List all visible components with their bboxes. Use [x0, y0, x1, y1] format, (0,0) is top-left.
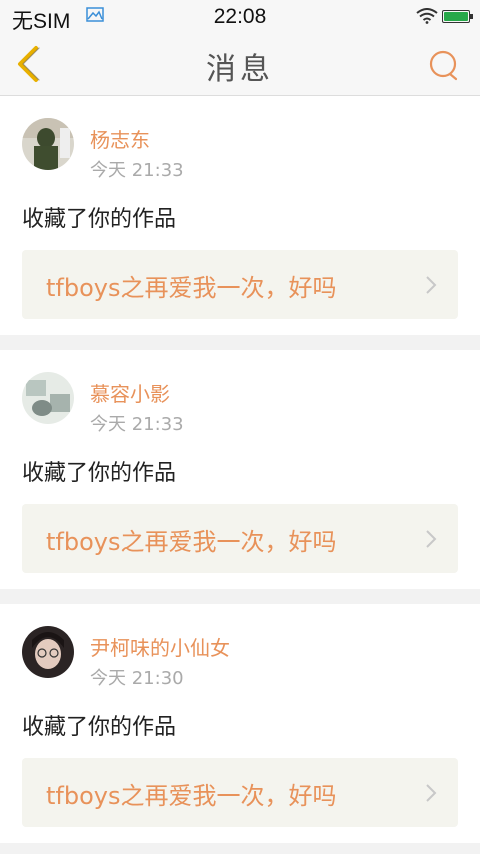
action-text: 收藏了你的作品 [22, 715, 177, 740]
chevron-right-icon [426, 276, 437, 294]
work-title: tfboys之再爱我一次，好吗 [46, 274, 337, 302]
work-link[interactable]: tfboys之再爱我一次，好吗 [22, 758, 458, 827]
timestamp: 今天 21:33 [90, 414, 184, 435]
wifi-icon [416, 8, 438, 24]
search-icon[interactable] [426, 47, 462, 83]
chevron-right-icon [426, 784, 437, 802]
avatar[interactable] [22, 626, 74, 678]
message-card: 慕容小影 今天 21:33 收藏了你的作品 tfboys之再爱我一次，好吗 [0, 350, 480, 589]
status-bar: 无SIM 22:08 [0, 0, 480, 34]
work-title: tfboys之再爱我一次，好吗 [46, 782, 337, 810]
timestamp: 今天 21:30 [90, 668, 184, 689]
username[interactable]: 尹柯味的小仙女 [90, 632, 230, 661]
action-text: 收藏了你的作品 [22, 207, 177, 232]
avatar[interactable] [22, 372, 74, 424]
battery-icon [442, 10, 473, 23]
message-card: 杨志东 今天 21:33 收藏了你的作品 tfboys之再爱我一次，好吗 [0, 96, 480, 335]
avatar[interactable] [22, 118, 74, 170]
clock: 22:08 [213, 5, 267, 28]
message-card: 尹柯味的小仙女 今天 21:30 收藏了你的作品 tfboys之再爱我一次，好吗 [0, 604, 480, 843]
action-text: 收藏了你的作品 [22, 461, 177, 486]
work-link[interactable]: tfboys之再爱我一次，好吗 [22, 250, 458, 319]
chevron-right-icon [426, 530, 437, 548]
timestamp: 今天 21:33 [90, 160, 184, 181]
username[interactable]: 慕容小影 [90, 378, 170, 407]
username[interactable]: 杨志东 [90, 124, 150, 153]
work-link[interactable]: tfboys之再爱我一次，好吗 [22, 504, 458, 573]
work-title: tfboys之再爱我一次，好吗 [46, 528, 337, 556]
navigation-bar: 消息 [0, 34, 480, 96]
page-title: 消息 [206, 52, 274, 87]
